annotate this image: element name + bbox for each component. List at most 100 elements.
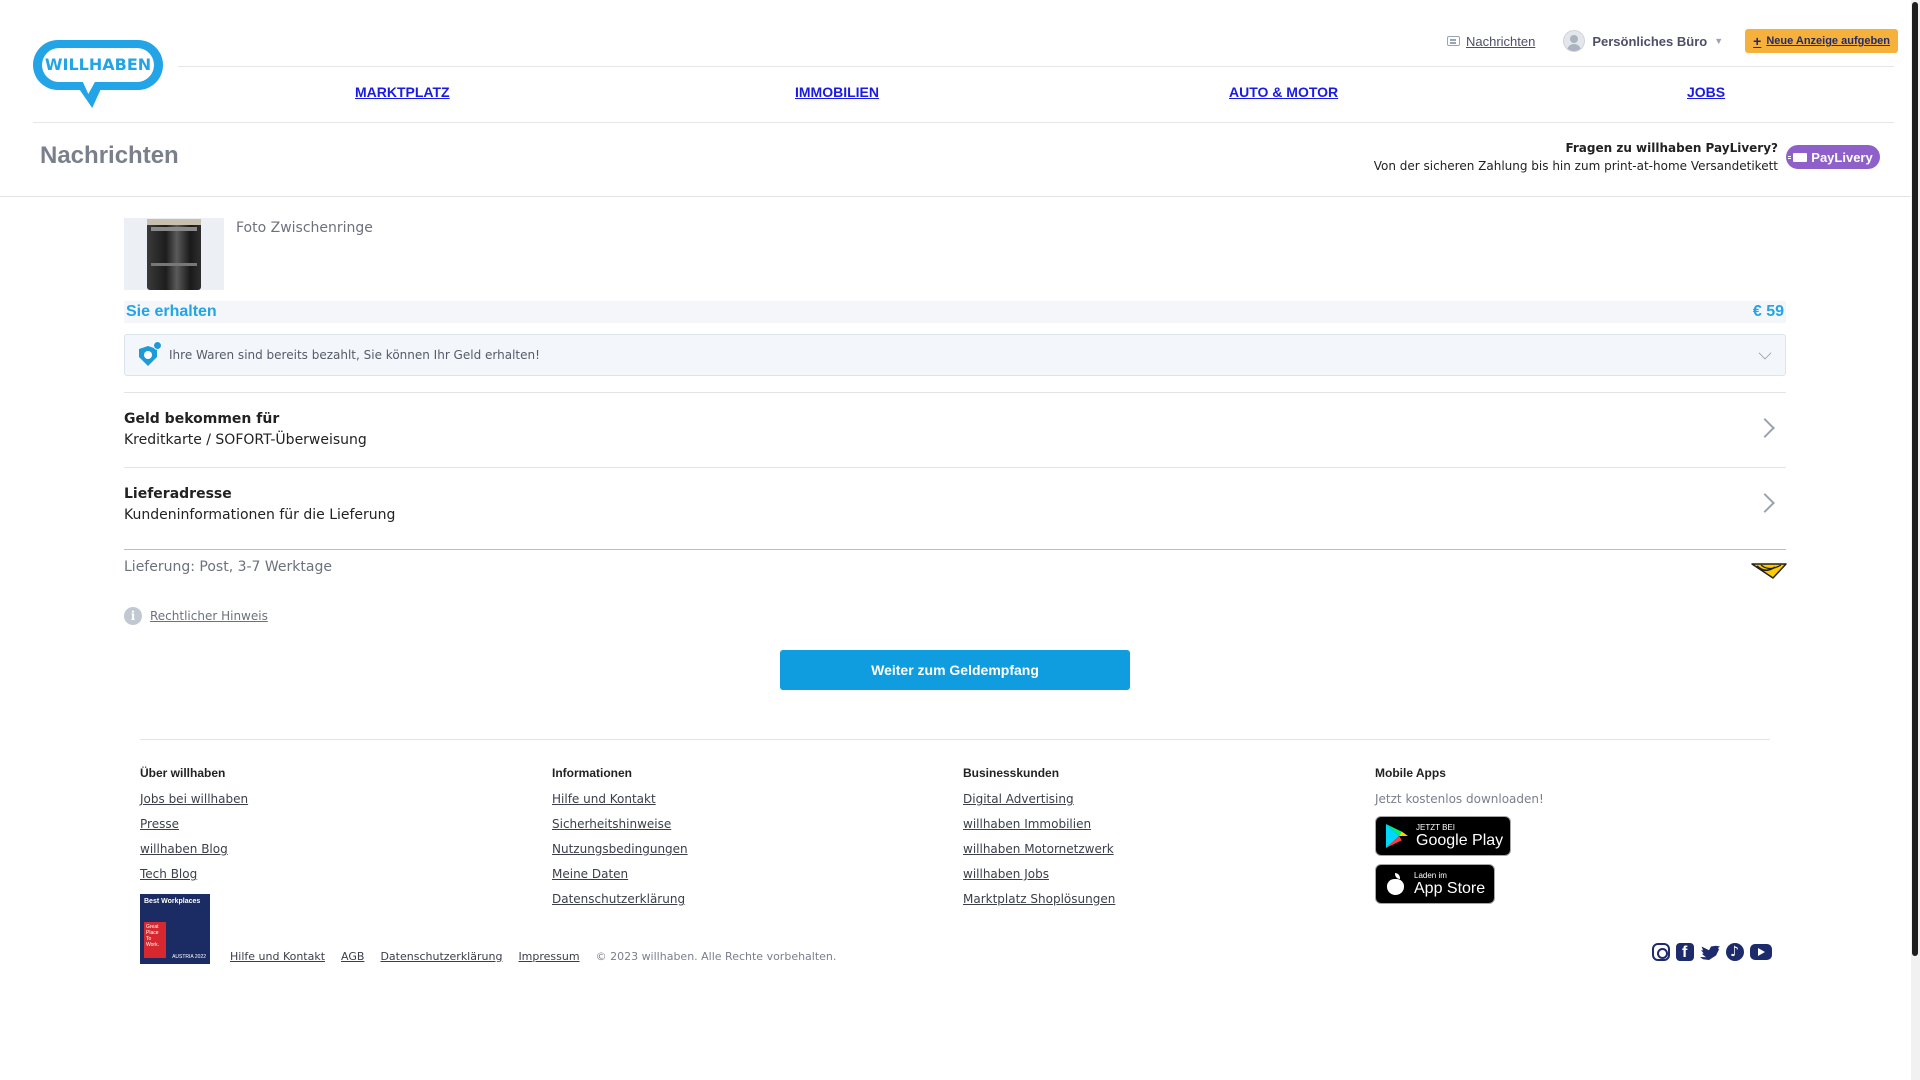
footer-col-business: Businesskunden Digital Advertising willh… [963,766,1115,917]
legal-notice: i Rechtlicher Hinweis [124,607,268,625]
header-divider [0,196,1911,197]
divider [124,467,1786,468]
instagram-icon[interactable] [1652,943,1670,961]
nachrichten-link[interactable]: Nachrichten [1446,33,1536,49]
google-play-icon [1386,824,1408,848]
footer-link[interactable]: Datenschutzerklärung [552,892,688,906]
footer-heading: Mobile Apps [1375,766,1446,780]
header-top-links: Nachrichten Persönliches Büro ▼ + Neue A… [1446,29,1898,53]
social-links [1652,942,1772,963]
scrollbar-thumb[interactable] [1912,2,1918,956]
youtube-icon[interactable] [1750,944,1772,960]
new-ad-label: Neue Anzeige aufgeben [1766,35,1890,47]
chevron-down-icon: ▼ [1714,36,1724,46]
persoenliches-buero-menu[interactable]: Persönliches Büro ▼ [1563,30,1723,52]
paylivery-button-label: PayLivery [1811,149,1873,165]
footer-divider [140,739,1770,740]
footer-bottom-link[interactable]: AGB [341,950,364,963]
nav-divider-bottom [33,122,1894,123]
google-play-big: Google Play [1416,831,1504,849]
app-store-small: Laden im [1414,870,1447,880]
apps-text: Jetzt kostenlos downloaden! [1375,792,1544,806]
app-store-big: App Store [1414,879,1486,897]
paylivery-button[interactable]: PayLivery [1786,145,1880,169]
divider [124,549,1786,550]
footer-link[interactable]: willhaben Jobs [963,867,1115,881]
footer-link[interactable]: Hilfe und Kontakt [552,792,688,806]
delivery-address-title: Lieferadresse [124,486,232,502]
willhaben-logo[interactable]: WILLHABEN [33,40,163,108]
footer-link[interactable]: willhaben Immobilien [963,817,1115,831]
footer-bottom-link[interactable]: Datenschutzerklärung [380,950,502,963]
delivery-info: Lieferung: Post, 3-7 Werktage [124,559,332,575]
footer-heading: Businesskunden [963,766,1060,780]
message-icon [1446,36,1460,46]
footer-link[interactable]: Tech Blog [140,867,248,881]
receive-amount: € 59 [1752,303,1784,320]
payment-status-box[interactable]: Ihre Waren sind bereits bezahlt, Sie kön… [124,334,1786,376]
product-image [124,218,224,290]
paylivery-subtext: Von der sicheren Zahlung bis hin zum pri… [1373,159,1778,173]
footer-link[interactable]: Sicherheitshinweise [552,817,688,831]
nav-jobs[interactable]: JOBS [1687,84,1725,100]
nav-marktplatz[interactable]: MARKTPLATZ [355,84,450,100]
continue-to-payout-button[interactable]: Weiter zum Geldempfang [780,650,1130,690]
truck-icon [1788,152,1808,162]
page-title: Nachrichten [40,142,179,169]
legal-notice-link[interactable]: Rechtlicher Hinweis [150,609,268,623]
facebook-icon[interactable] [1676,943,1694,963]
nachrichten-link-label: Nachrichten [1465,33,1536,49]
footer-link[interactable]: Meine Daten [552,867,688,881]
footer-col-info: Informationen Hilfe und Kontakt Sicherhe… [552,766,688,917]
post-logo-icon [1751,563,1787,579]
badge-title: Best Workplaces [144,898,201,905]
footer-link[interactable]: Jobs bei willhaben [140,792,248,806]
best-workplaces-badge[interactable]: Best Workplaces Great Place To Work. AUS… [140,894,210,964]
new-ad-button[interactable]: + Neue Anzeige aufgeben [1745,29,1898,53]
logo-text: WILLHABEN [44,55,152,74]
footer-heading: Über willhaben [140,766,226,780]
google-play-button[interactable]: JETZT BEI Google Play [1375,816,1511,856]
product-name: Foto Zwischenringe [236,220,373,236]
footer-bottom-link[interactable]: Impressum [518,950,579,963]
badge-red-label: Great Place To Work. [144,922,166,958]
delivery-address-row[interactable]: Lieferadresse Kundeninformationen für di… [124,486,1786,546]
avatar [1563,30,1586,52]
footer-bottom-links: Hilfe und Kontakt AGB Datenschutzerkläru… [230,950,836,963]
shield-user-icon [137,341,162,367]
nav-immobilien[interactable]: IMMOBILIEN [795,84,879,100]
footer-link[interactable]: willhaben Motornetzwerk [963,842,1115,856]
badge-year: AUSTRIA 2022 [172,954,206,960]
chevron-right-icon [1755,493,1775,513]
delivery-address-subtitle: Kundeninformationen für die Lieferung [124,507,396,523]
google-play-small: JETZT BEI [1416,822,1455,832]
paylivery-question: Fragen zu willhaben PayLivery? [1565,141,1778,155]
footer-link[interactable]: willhaben Blog [140,842,248,856]
copyright: © 2023 willhaben. Alle Rechte vorbehalte… [595,950,837,963]
footer-col-about: Über willhaben Jobs bei willhaben Presse… [140,766,248,892]
main-nav: MARKTPLATZ IMMOBILIEN AUTO & MOTOR JOBS [178,66,1894,122]
chevron-down-icon[interactable] [1758,346,1772,360]
footer-link[interactable]: Marktplatz Shoplösungen [963,892,1115,906]
paylivery-info: Fragen zu willhaben PayLivery? Von der s… [1374,139,1778,175]
divider [124,392,1786,393]
page-scrollbar[interactable] [1911,0,1920,1080]
info-icon: i [124,607,142,625]
payout-method-value: Kreditkarte / SOFORT-Überweisung [124,432,367,448]
footer-link[interactable]: Digital Advertising [963,792,1115,806]
app-store-button[interactable]: Laden im App Store [1375,864,1495,904]
tiktok-icon[interactable] [1726,942,1744,962]
plus-icon: + [1753,33,1762,49]
apple-icon [1386,873,1406,895]
footer-bottom-link[interactable]: Hilfe und Kontakt [230,950,325,963]
payout-method-row[interactable]: Geld bekommen für Kreditkarte / SOFORT-Ü… [124,411,1786,471]
payout-method-title: Geld bekommen für [124,411,280,427]
twitter-icon[interactable] [1700,943,1720,961]
footer-link[interactable]: Presse [140,817,248,831]
payment-status-text: Ihre Waren sind bereits bezahlt, Sie kön… [169,348,540,362]
footer-heading: Informationen [552,766,632,780]
receive-label: Sie erhalten [126,303,217,320]
footer-link[interactable]: Nutzungsbedingungen [552,842,688,856]
nav-auto-motor[interactable]: AUTO & MOTOR [1229,84,1338,100]
receive-summary: Sie erhalten € 59 [124,301,1786,323]
